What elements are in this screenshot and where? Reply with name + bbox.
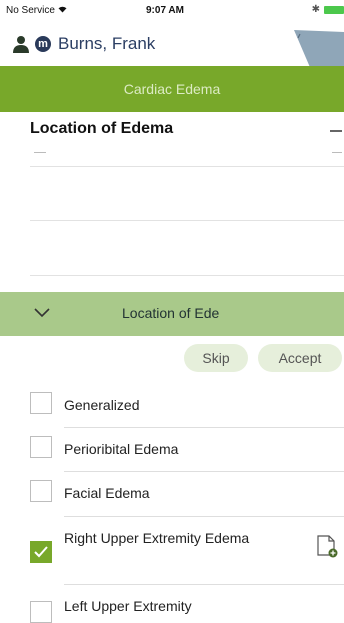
- divider: [64, 471, 344, 472]
- chevron-down-icon[interactable]: [34, 304, 50, 320]
- option-label: Generalized: [64, 397, 140, 413]
- patient-badge: m: [35, 36, 51, 52]
- option-label: Facial Edema: [64, 485, 150, 501]
- field-placeholder: [34, 152, 46, 153]
- divider: [30, 166, 344, 167]
- section-title: Location of Ede: [122, 305, 220, 321]
- wifi-icon: [58, 5, 67, 16]
- divider: [30, 275, 344, 276]
- collapse-icon[interactable]: [330, 130, 342, 132]
- checkbox[interactable]: [30, 480, 52, 502]
- section-header[interactable]: Location of Ede: [0, 292, 344, 336]
- accept-button[interactable]: Accept: [258, 344, 342, 372]
- divider: [30, 220, 344, 221]
- battery-icon: [324, 5, 344, 14]
- divider: [64, 516, 344, 517]
- note-add-icon[interactable]: [316, 535, 338, 559]
- status-bar: No Service 9:07 AM ✱: [0, 0, 344, 22]
- option-label: Perioribital Edema: [64, 441, 179, 457]
- carrier-text: No Service: [6, 5, 55, 16]
- status-time: 9:07 AM: [146, 5, 184, 16]
- checkbox[interactable]: [30, 601, 52, 623]
- action-row: Skip Accept: [0, 336, 344, 380]
- carrier-status: No Service: [6, 5, 67, 16]
- person-icon: [13, 36, 29, 53]
- checkbox[interactable]: [30, 436, 52, 458]
- page-title: Cardiac Edema: [0, 66, 344, 112]
- option-label: Right Upper Extremity Edema: [64, 530, 250, 546]
- status-right: ✱: [312, 4, 344, 15]
- bluetooth-icon: ✱: [311, 4, 320, 15]
- question-panel: Location of Edema: [0, 112, 344, 292]
- divider: [64, 427, 344, 428]
- checkbox-checked[interactable]: [30, 541, 52, 563]
- option-label: Left Upper Extremity: [64, 598, 192, 614]
- checkbox[interactable]: [30, 392, 52, 414]
- patient-name[interactable]: Burns, Frank: [58, 34, 155, 54]
- skip-button[interactable]: Skip: [184, 344, 248, 372]
- field-placeholder-right: [332, 152, 342, 153]
- question-label: Location of Edema: [30, 120, 174, 137]
- divider: [64, 584, 344, 585]
- checkmark-icon: [34, 546, 48, 558]
